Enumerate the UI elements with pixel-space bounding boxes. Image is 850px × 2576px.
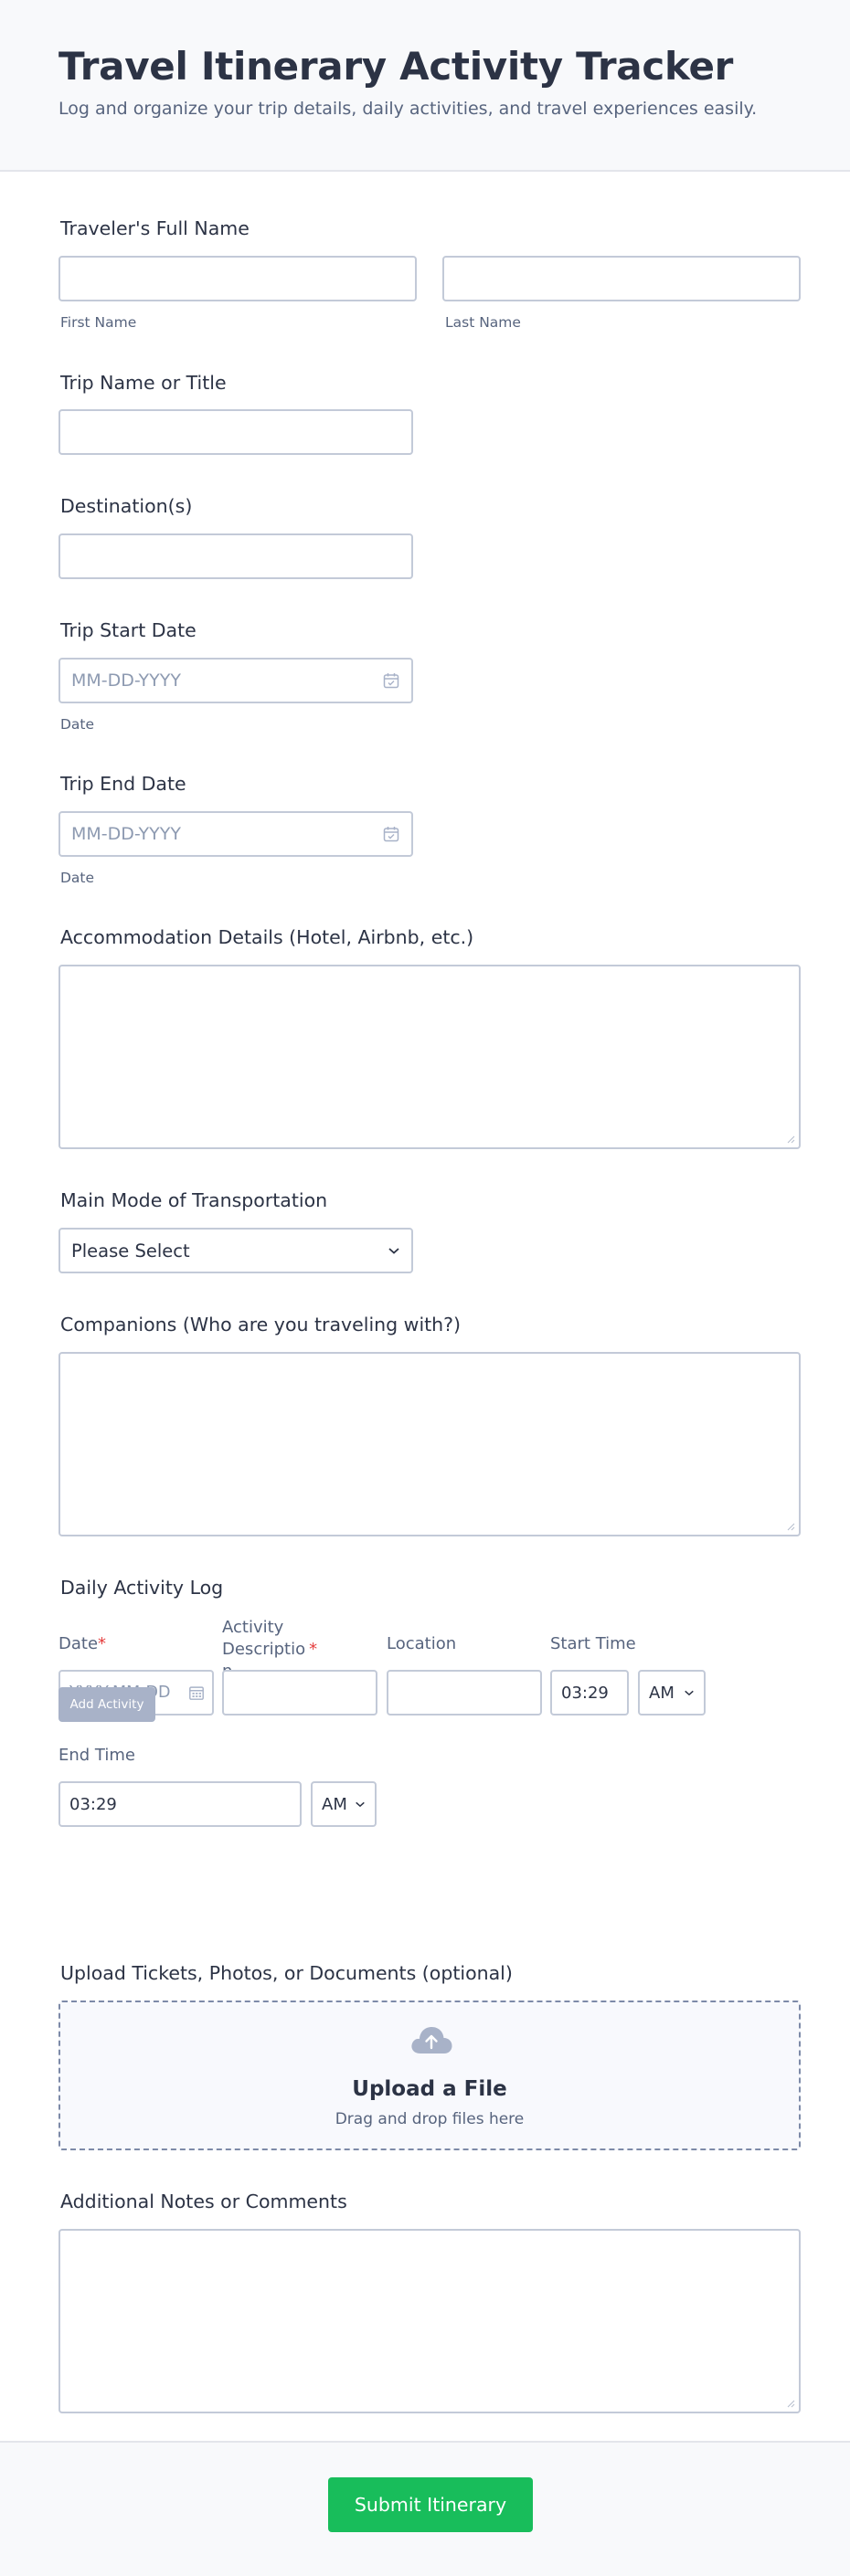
destinations-input[interactable]	[58, 533, 413, 579]
file-upload-dropzone[interactable]: Upload a File Drag and drop files here	[58, 2001, 801, 2150]
activity-location-input[interactable]	[387, 1670, 542, 1716]
end-time-label: End Time	[58, 1746, 135, 1765]
transport-selected-value: Please Select	[71, 1240, 190, 1262]
start-ampm-select[interactable]: AM	[638, 1670, 706, 1716]
page-subtitle: Log and organize your trip details, dail…	[58, 99, 758, 119]
notes-textarea[interactable]	[58, 2229, 801, 2413]
last-name-sublabel: Last Name	[445, 314, 521, 331]
upload-title: Upload a File	[352, 2077, 507, 2101]
first-name-sublabel: First Name	[60, 314, 137, 331]
trip-name-label: Trip Name or Title	[60, 372, 227, 394]
page-title: Travel Itinerary Activity Tracker	[58, 44, 734, 89]
end-ampm-select[interactable]: AM	[311, 1781, 377, 1827]
companions-textarea[interactable]	[58, 1352, 801, 1536]
first-name-input[interactable]	[58, 256, 417, 301]
form-footer: Submit Itinerary	[0, 2441, 850, 2576]
activity-log-label: Daily Activity Log	[60, 1577, 224, 1599]
upload-hint: Drag and drop files here	[335, 2110, 525, 2128]
end-date-input[interactable]: MM-DD-YYYY	[58, 811, 413, 857]
upload-label: Upload Tickets, Photos, or Documents (op…	[60, 1962, 513, 1984]
start-date-input[interactable]: MM-DD-YYYY	[58, 658, 413, 703]
activity-description-input[interactable]	[222, 1670, 377, 1716]
col-start-time-header: Start Time	[550, 1634, 636, 1653]
resize-grip-icon[interactable]	[786, 1522, 795, 1531]
last-name-input[interactable]	[442, 256, 801, 301]
add-activity-button[interactable]: Add Activity	[58, 1687, 155, 1722]
cloud-upload-icon	[411, 2027, 452, 2053]
end-date-sublabel: Date	[60, 870, 95, 886]
transport-select[interactable]: Please Select	[58, 1228, 413, 1273]
end-date-placeholder: MM-DD-YYYY	[71, 824, 181, 844]
start-ampm-value: AM	[649, 1683, 675, 1703]
required-marker: *	[309, 1640, 318, 1659]
accommodation-label: Accommodation Details (Hotel, Airbnb, et…	[60, 926, 474, 948]
transport-label: Main Mode of Transportation	[60, 1189, 328, 1211]
companions-label: Companions (Who are you traveling with?)	[60, 1314, 462, 1336]
start-time-input[interactable]: 03:29	[550, 1670, 629, 1716]
resize-grip-icon[interactable]	[786, 1135, 795, 1144]
required-marker: *	[98, 1634, 107, 1653]
form-header: Travel Itinerary Activity Tracker Log an…	[0, 0, 850, 172]
end-time-value: 03:29	[69, 1794, 117, 1814]
chevron-down-icon	[356, 1801, 365, 1808]
notes-label: Additional Notes or Comments	[60, 2191, 347, 2212]
start-time-value: 03:29	[561, 1683, 609, 1703]
trip-name-input[interactable]	[58, 409, 413, 455]
chevron-down-icon	[388, 1248, 399, 1254]
start-date-label: Trip Start Date	[60, 619, 197, 641]
full-name-label: Traveler's Full Name	[60, 217, 250, 239]
destinations-label: Destination(s)	[60, 495, 193, 517]
col-location-header: Location	[387, 1634, 457, 1653]
resize-grip-icon[interactable]	[786, 2399, 795, 2408]
chevron-down-icon	[685, 1690, 694, 1696]
end-ampm-value: AM	[322, 1794, 347, 1814]
col-date-header: Date*	[58, 1634, 107, 1653]
start-date-placeholder: MM-DD-YYYY	[71, 670, 181, 691]
start-date-sublabel: Date	[60, 716, 95, 733]
calendar-icon[interactable]	[382, 825, 400, 843]
calendar-icon[interactable]	[188, 1684, 205, 1701]
accommodation-textarea[interactable]	[58, 965, 801, 1149]
calendar-icon[interactable]	[382, 671, 400, 690]
end-time-input[interactable]: 03:29	[58, 1781, 302, 1827]
end-date-label: Trip End Date	[60, 773, 186, 795]
submit-itinerary-button[interactable]: Submit Itinerary	[328, 2477, 533, 2532]
